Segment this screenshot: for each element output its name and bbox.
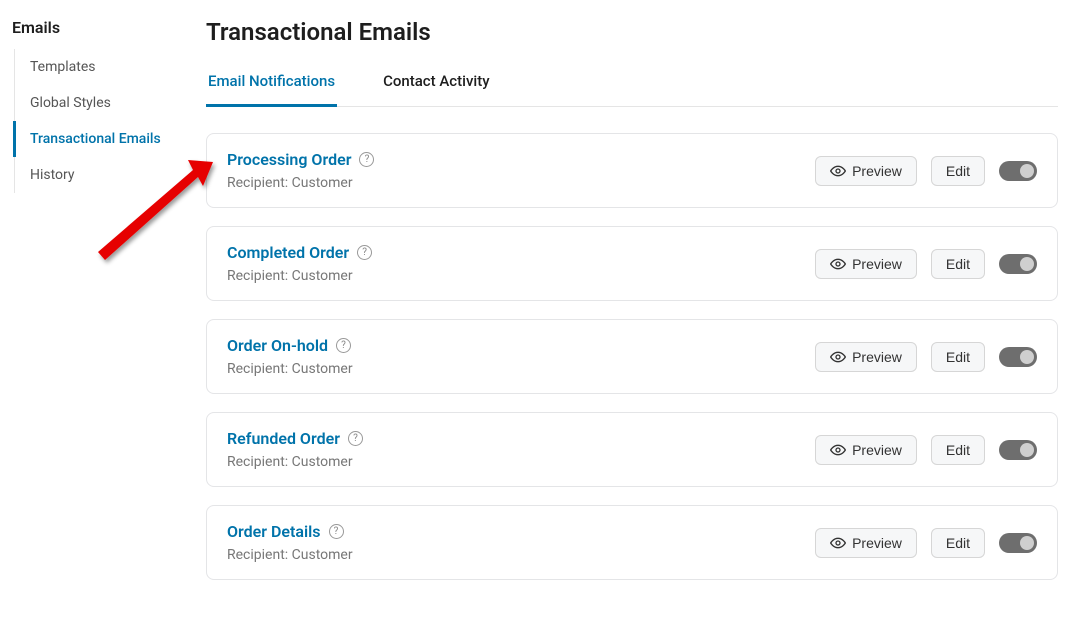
- email-card-title[interactable]: Order On-hold: [227, 336, 328, 355]
- preview-button[interactable]: Preview: [815, 528, 917, 558]
- email-card-title[interactable]: Processing Order: [227, 150, 351, 169]
- help-icon[interactable]: ?: [336, 338, 351, 353]
- eye-icon: [830, 349, 846, 365]
- email-card-order-on-hold: Order On-hold ? Recipient: Customer Prev…: [206, 319, 1058, 394]
- edit-button[interactable]: Edit: [931, 342, 985, 372]
- enable-toggle[interactable]: [999, 161, 1037, 181]
- email-card-recipient: Recipient: Customer: [227, 547, 353, 563]
- preview-button[interactable]: Preview: [815, 156, 917, 186]
- enable-toggle[interactable]: [999, 254, 1037, 274]
- edit-button[interactable]: Edit: [931, 249, 985, 279]
- edit-button[interactable]: Edit: [931, 528, 985, 558]
- page-title: Transactional Emails: [206, 18, 1058, 46]
- eye-icon: [830, 163, 846, 179]
- main-content: Transactional Emails Email Notifications…: [190, 0, 1068, 638]
- email-card-recipient: Recipient: Customer: [227, 454, 363, 470]
- help-icon[interactable]: ?: [357, 245, 372, 260]
- sidebar-title: Emails: [8, 18, 190, 49]
- preview-button[interactable]: Preview: [815, 249, 917, 279]
- eye-icon: [830, 256, 846, 272]
- edit-button[interactable]: Edit: [931, 156, 985, 186]
- preview-button[interactable]: Preview: [815, 342, 917, 372]
- sidebar-item-transactional-emails[interactable]: Transactional Emails: [13, 121, 190, 157]
- email-card-recipient: Recipient: Customer: [227, 175, 374, 191]
- sidebar-item-history[interactable]: History: [13, 157, 190, 193]
- email-card-processing-order: Processing Order ? Recipient: Customer P…: [206, 133, 1058, 208]
- enable-toggle[interactable]: [999, 347, 1037, 367]
- tab-contact-activity[interactable]: Contact Activity: [381, 72, 492, 107]
- email-card-title[interactable]: Refunded Order: [227, 429, 340, 448]
- email-card-title[interactable]: Order Details: [227, 522, 321, 541]
- edit-button[interactable]: Edit: [931, 435, 985, 465]
- email-card-recipient: Recipient: Customer: [227, 268, 372, 284]
- email-card-completed-order: Completed Order ? Recipient: Customer Pr…: [206, 226, 1058, 301]
- sidebar-nav: Templates Global Styles Transactional Em…: [14, 49, 190, 193]
- sidebar-item-templates[interactable]: Templates: [13, 49, 190, 85]
- help-icon[interactable]: ?: [348, 431, 363, 446]
- help-icon[interactable]: ?: [329, 524, 344, 539]
- tabs: Email Notifications Contact Activity: [206, 72, 1058, 107]
- email-card-title[interactable]: Completed Order: [227, 243, 349, 262]
- eye-icon: [830, 535, 846, 551]
- email-card-recipient: Recipient: Customer: [227, 361, 353, 377]
- help-icon[interactable]: ?: [359, 152, 374, 167]
- enable-toggle[interactable]: [999, 440, 1037, 460]
- preview-button[interactable]: Preview: [815, 435, 917, 465]
- enable-toggle[interactable]: [999, 533, 1037, 553]
- tab-email-notifications[interactable]: Email Notifications: [206, 72, 337, 107]
- email-card-refunded-order: Refunded Order ? Recipient: Customer Pre…: [206, 412, 1058, 487]
- email-card-order-details: Order Details ? Recipient: Customer Prev…: [206, 505, 1058, 580]
- eye-icon: [830, 442, 846, 458]
- sidebar: Emails Templates Global Styles Transacti…: [0, 0, 190, 638]
- sidebar-item-global-styles[interactable]: Global Styles: [13, 85, 190, 121]
